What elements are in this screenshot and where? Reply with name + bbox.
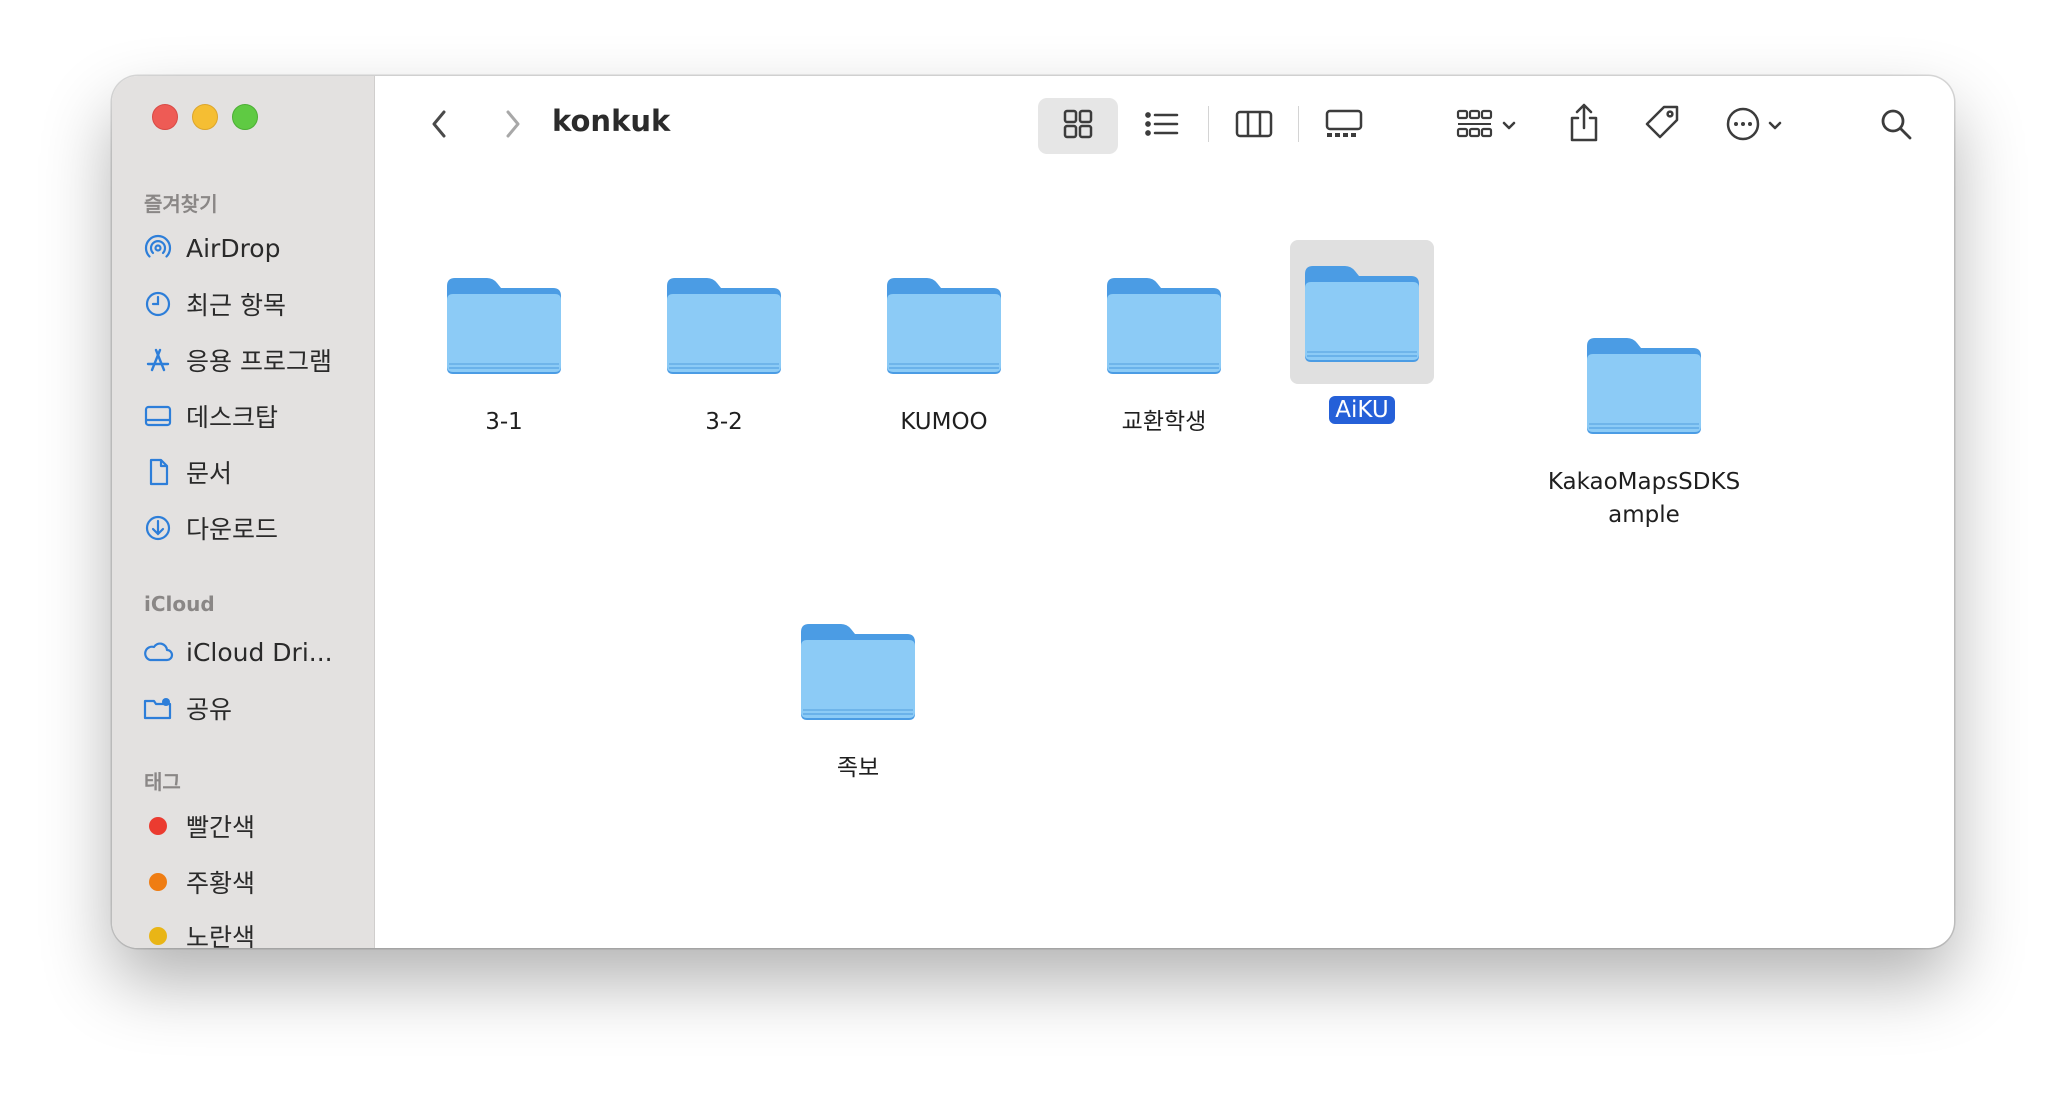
folder-icon xyxy=(432,252,576,396)
document-icon xyxy=(142,456,174,488)
close-window-button[interactable] xyxy=(152,104,178,130)
list-view-button[interactable] xyxy=(1122,98,1202,154)
folder-item-selected[interactable]: AiKU xyxy=(1262,240,1462,427)
group-grid-icon xyxy=(1455,107,1495,145)
forward-button[interactable] xyxy=(484,100,540,152)
folder-icon xyxy=(652,252,796,396)
clock-icon xyxy=(142,288,174,320)
gallery-icon xyxy=(1324,108,1364,144)
cloud-icon xyxy=(142,636,174,668)
tags-section-title: 태그 xyxy=(144,770,181,794)
chevron-down-icon xyxy=(1767,117,1783,136)
sidebar-item-label: 응용 프로그램 xyxy=(186,347,332,376)
zoom-window-button[interactable] xyxy=(232,104,258,130)
folder-name: KakaoMapsSDKSample xyxy=(1547,469,1741,528)
folder-item[interactable]: 교환학생 xyxy=(1064,252,1264,439)
folder-item[interactable]: 3-1 xyxy=(404,252,604,439)
icon-view-button[interactable] xyxy=(1038,98,1118,154)
sidebar-item-label: 최근 항목 xyxy=(186,291,286,320)
folder-name: 3-2 xyxy=(705,409,743,435)
tag-icon xyxy=(1642,103,1682,147)
sidebar-tag-orange[interactable]: 주황색 xyxy=(142,860,364,904)
sidebar-item-label: 문서 xyxy=(186,459,233,488)
folder-icon xyxy=(1290,240,1434,384)
window-title: konkuk xyxy=(552,104,671,138)
back-button[interactable] xyxy=(412,100,468,152)
sidebar-item-label: 공유 xyxy=(186,695,233,724)
sidebar-item-desktop[interactable]: 데스크탑 xyxy=(142,394,364,438)
sidebar-item-applications[interactable]: 응용 프로그램 xyxy=(142,338,364,382)
folder-item[interactable]: 3-2 xyxy=(624,252,824,439)
toolbar-divider xyxy=(1208,106,1209,142)
chevron-down-icon xyxy=(1501,117,1517,136)
sidebar-item-label: 다운로드 xyxy=(186,515,279,544)
sidebar-item-label: AirDrop xyxy=(186,233,281,263)
folder-item[interactable]: 족보 xyxy=(758,598,958,785)
folder-name: AiKU xyxy=(1262,394,1462,427)
favorites-section-title: 즐겨찾기 xyxy=(144,192,218,216)
search-button[interactable] xyxy=(1868,98,1924,154)
folder-item[interactable]: KUMOO xyxy=(844,252,1044,439)
sidebar-item-icloud-drive[interactable]: iCloud Dri... xyxy=(142,630,364,674)
folder-item[interactable]: KakaoMapsSDKSample xyxy=(1544,312,1744,532)
folder-name: 족보 xyxy=(836,755,880,781)
sidebar-item-label: 데스크탑 xyxy=(186,403,279,432)
list-icon xyxy=(1143,107,1181,145)
tag-dot-icon xyxy=(142,920,174,948)
sidebar-tag-yellow[interactable]: 노란색 xyxy=(142,914,364,948)
sidebar-item-label: iCloud Dri... xyxy=(186,637,333,667)
shared-folder-icon xyxy=(142,692,174,724)
minimize-window-button[interactable] xyxy=(192,104,218,130)
sidebar-item-airdrop[interactable]: AirDrop xyxy=(142,226,364,270)
sidebar-item-downloads[interactable]: 다운로드 xyxy=(142,506,364,550)
sidebar: 즐겨찾기 AirDrop 최근 항목 응용 프로그램 데스크탑 문서 다운로드 … xyxy=(112,76,375,948)
gallery-view-button[interactable] xyxy=(1304,98,1384,154)
chevron-left-icon xyxy=(430,108,450,144)
icloud-section-title: iCloud xyxy=(144,592,215,616)
search-icon xyxy=(1878,106,1914,146)
airdrop-icon xyxy=(142,232,174,264)
share-icon xyxy=(1567,102,1601,148)
applications-icon xyxy=(142,344,174,376)
tag-dot-icon xyxy=(142,866,174,898)
desktop-icon xyxy=(142,400,174,432)
folder-icon xyxy=(1092,252,1236,396)
tag-dot-icon xyxy=(142,810,174,842)
ellipsis-circle-icon xyxy=(1725,106,1761,146)
finder-window: 즐겨찾기 AirDrop 최근 항목 응용 프로그램 데스크탑 문서 다운로드 … xyxy=(112,76,1954,948)
sidebar-item-recents[interactable]: 최근 항목 xyxy=(142,282,364,326)
columns-icon xyxy=(1234,108,1274,144)
grid-icon xyxy=(1061,107,1095,145)
sidebar-item-label: 노란색 xyxy=(186,923,256,948)
folder-name: 3-1 xyxy=(485,409,523,435)
sidebar-tag-red[interactable]: 빨간색 xyxy=(142,804,364,848)
folder-icon xyxy=(872,252,1016,396)
share-button[interactable] xyxy=(1556,96,1612,154)
sidebar-item-shared[interactable]: 공유 xyxy=(142,686,364,730)
toolbar-divider xyxy=(1298,106,1299,142)
folder-icon xyxy=(1572,312,1716,456)
sidebar-item-label: 주황색 xyxy=(186,869,256,898)
more-actions-button[interactable] xyxy=(1712,98,1796,154)
download-icon xyxy=(142,512,174,544)
sidebar-item-label: 빨간색 xyxy=(186,813,256,842)
tags-button[interactable] xyxy=(1634,96,1690,154)
folder-name: KUMOO xyxy=(900,409,988,435)
column-view-button[interactable] xyxy=(1214,98,1294,154)
chevron-right-icon xyxy=(502,108,522,144)
sidebar-item-documents[interactable]: 문서 xyxy=(142,450,364,494)
folder-icon xyxy=(786,598,930,742)
folder-name: 교환학생 xyxy=(1121,409,1207,435)
group-by-button[interactable] xyxy=(1442,98,1530,154)
